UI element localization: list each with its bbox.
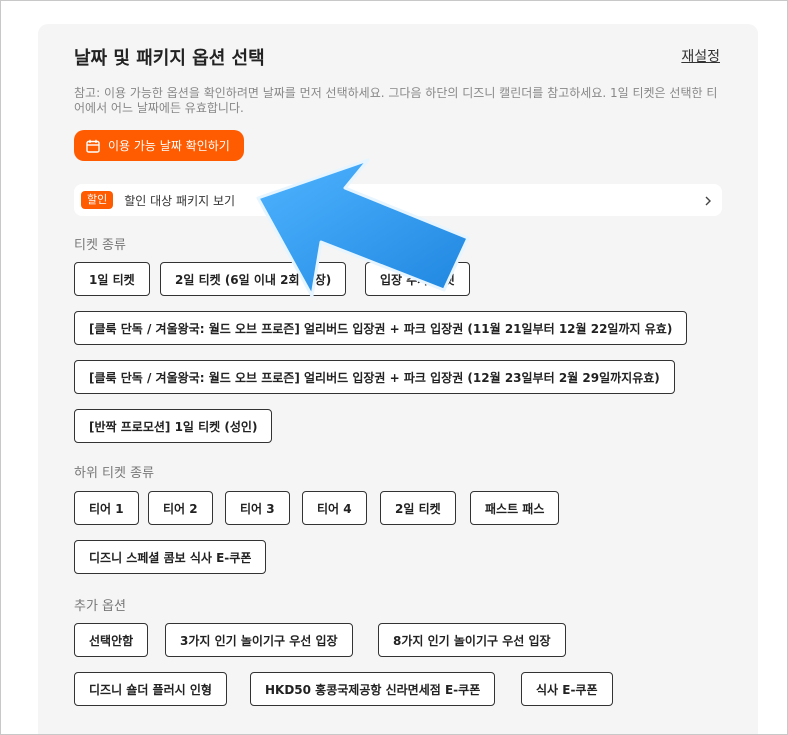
extra-option[interactable]: 선택안함 — [74, 623, 149, 657]
panel-title: 날짜 및 패키지 옵션 선택 — [74, 48, 265, 69]
ticket-type-option[interactable]: 입장 추가 티켓 — [365, 262, 470, 296]
discount-badge: 할인 — [81, 191, 114, 209]
extra-options-label: 추가 옵션 — [74, 599, 126, 614]
ticket-type-option[interactable]: 2일 티켓 (6일 이내 2회 입장) — [160, 262, 347, 296]
extra-option[interactable]: HKD50 홍콩국제공항 신라면세점 E-쿠폰 — [250, 672, 496, 706]
package-options-panel: 날짜 및 패키지 옵션 선택 재설정 참고: 이용 가능한 옵션을 확인하려면 … — [38, 24, 758, 735]
ticket-type-option[interactable]: 1일 티켓 — [74, 262, 150, 296]
ticket-type-label: 티켓 종류 — [74, 238, 126, 253]
sub-ticket-option[interactable]: 디즈니 스페셜 콤보 식사 E-쿠폰 — [74, 540, 267, 574]
sub-ticket-option[interactable]: 티어 3 — [225, 491, 290, 525]
sub-ticket-option[interactable]: 티어 2 — [148, 491, 213, 525]
extra-option[interactable]: 식사 E-쿠폰 — [521, 672, 613, 706]
discount-packages-row[interactable]: 할인 할인 대상 패키지 보기 — [74, 184, 722, 216]
chevron-right-icon — [704, 193, 712, 212]
ticket-type-option[interactable]: [반짝 프로모션] 1일 티켓 (성인) — [74, 409, 273, 443]
check-available-dates-button[interactable]: 이용 가능 날짜 확인하기 — [74, 130, 244, 161]
sub-ticket-option[interactable]: 2일 티켓 — [380, 491, 456, 525]
extra-option[interactable]: 3가지 인기 놀이기구 우선 입장 — [165, 623, 353, 657]
extra-option[interactable]: 8가지 인기 놀이기구 우선 입장 — [378, 623, 566, 657]
check-available-dates-label: 이용 가능 날짜 확인하기 — [108, 139, 230, 153]
calendar-icon — [86, 139, 100, 153]
discount-packages-label: 할인 대상 패키지 보기 — [124, 193, 236, 208]
extra-option[interactable]: 디즈니 숄더 플러시 인형 — [74, 672, 227, 706]
reset-link[interactable]: 재설정 — [681, 46, 720, 66]
sub-ticket-option[interactable]: 티어 1 — [74, 491, 139, 525]
info-note: 참고: 이용 가능한 옵션을 확인하려면 날짜를 먼저 선택하세요. 그다음 하… — [74, 86, 718, 115]
ticket-type-option[interactable]: [클룩 단독 / 겨울왕국: 월드 오브 프로즌] 얼리버드 입장권 + 파크 … — [74, 360, 675, 394]
ticket-type-option[interactable]: [클룩 단독 / 겨울왕국: 월드 오브 프로즌] 얼리버드 입장권 + 파크 … — [74, 311, 688, 345]
sub-ticket-type-label: 하위 티켓 종류 — [74, 466, 155, 481]
sub-ticket-option[interactable]: 티어 4 — [302, 491, 367, 525]
sub-ticket-option[interactable]: 패스트 패스 — [470, 491, 560, 525]
